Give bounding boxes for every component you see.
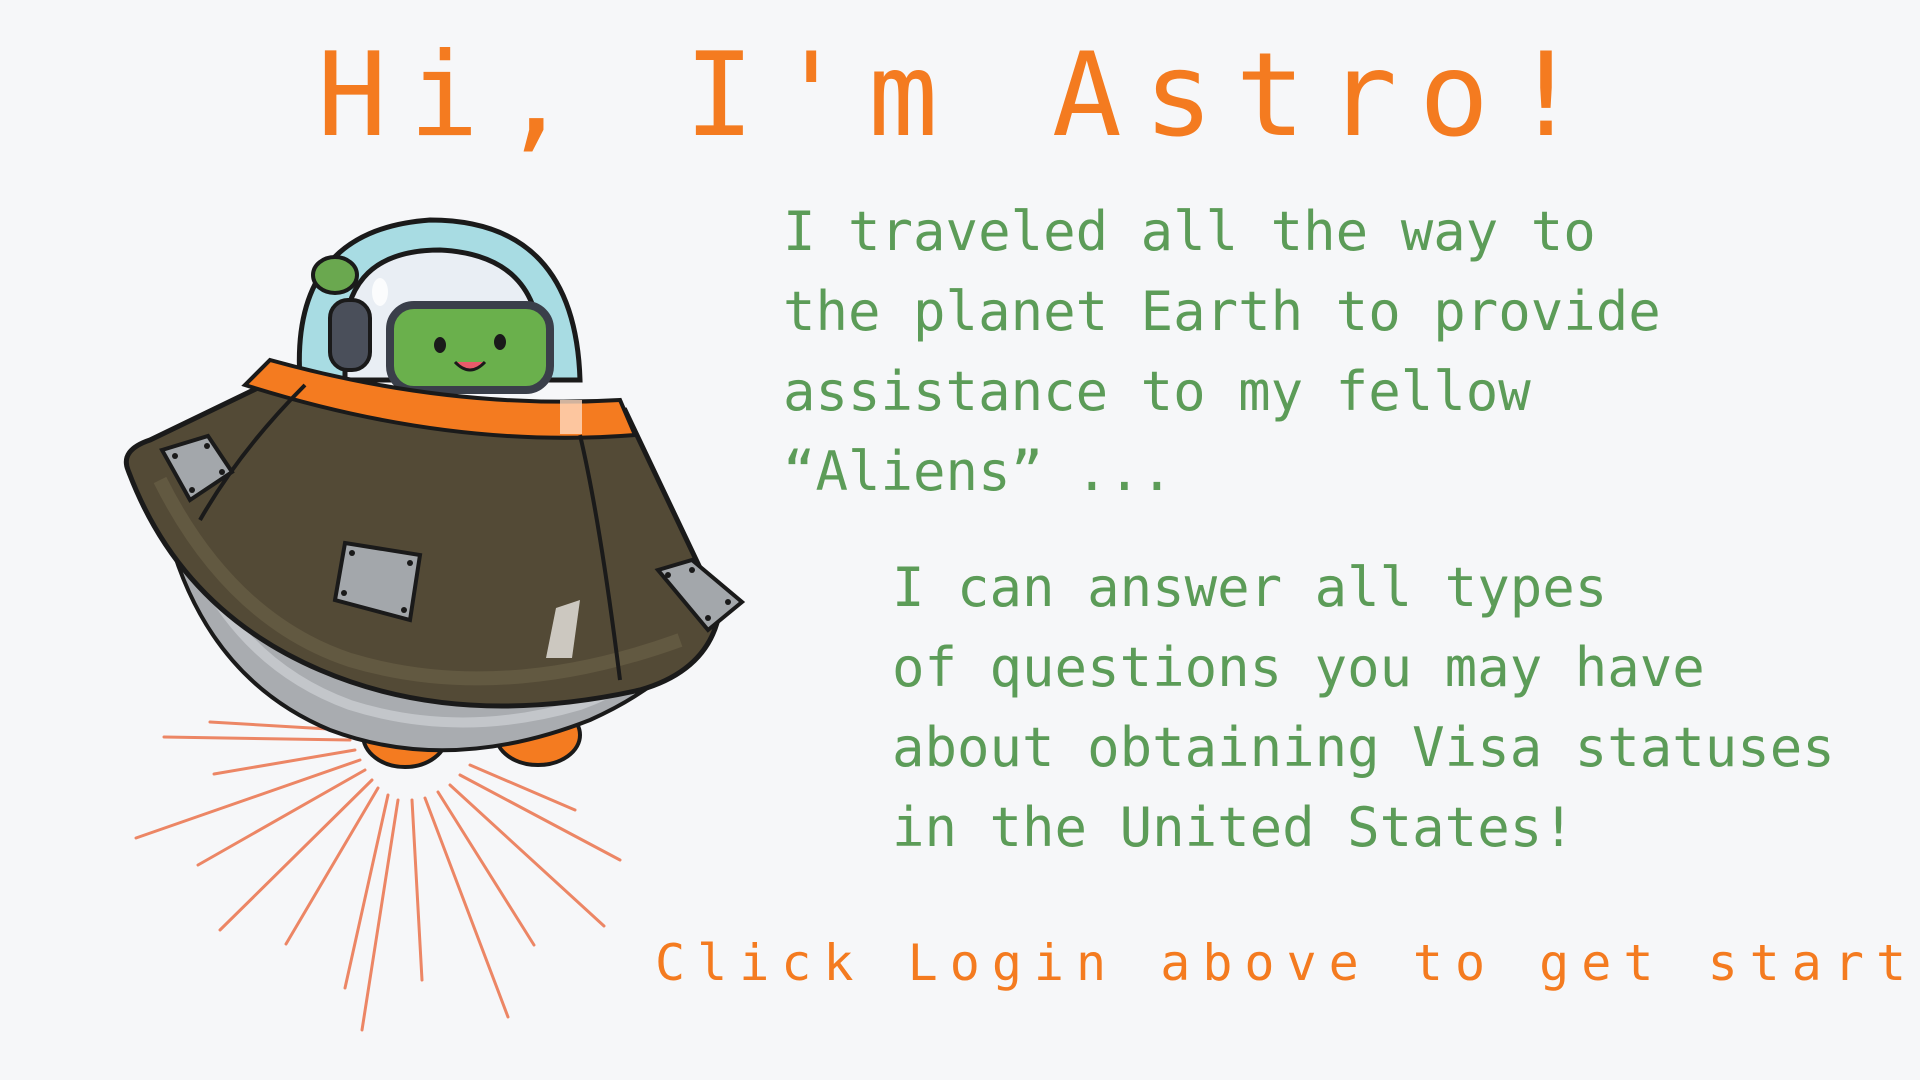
info-paragraph: I can answer all types of questions you … — [892, 548, 1835, 868]
page-title: Hi, I'm Astro! — [317, 28, 1603, 163]
intro-line: the planet Earth to provide — [783, 280, 1661, 343]
info-line: of questions you may have — [892, 636, 1705, 699]
login-prompt: Click Login above to get started — [655, 934, 1920, 992]
intro-line: “Aliens” ... — [783, 440, 1174, 503]
light-rays — [134, 720, 622, 1032]
intro-paragraph: I traveled all the way to the planet Ear… — [783, 192, 1661, 512]
info-line: in the United States! — [892, 796, 1575, 859]
intro-line: assistance to my fellow — [783, 360, 1531, 423]
welcome-page: Hi, I'm Astro! I traveled all the way to… — [0, 0, 1920, 1080]
intro-line: I traveled all the way to — [783, 200, 1596, 263]
info-line: I can answer all types — [892, 556, 1608, 619]
astro-ufo-illustration — [123, 217, 746, 1032]
info-line: about obtaining Visa statuses — [892, 716, 1835, 779]
